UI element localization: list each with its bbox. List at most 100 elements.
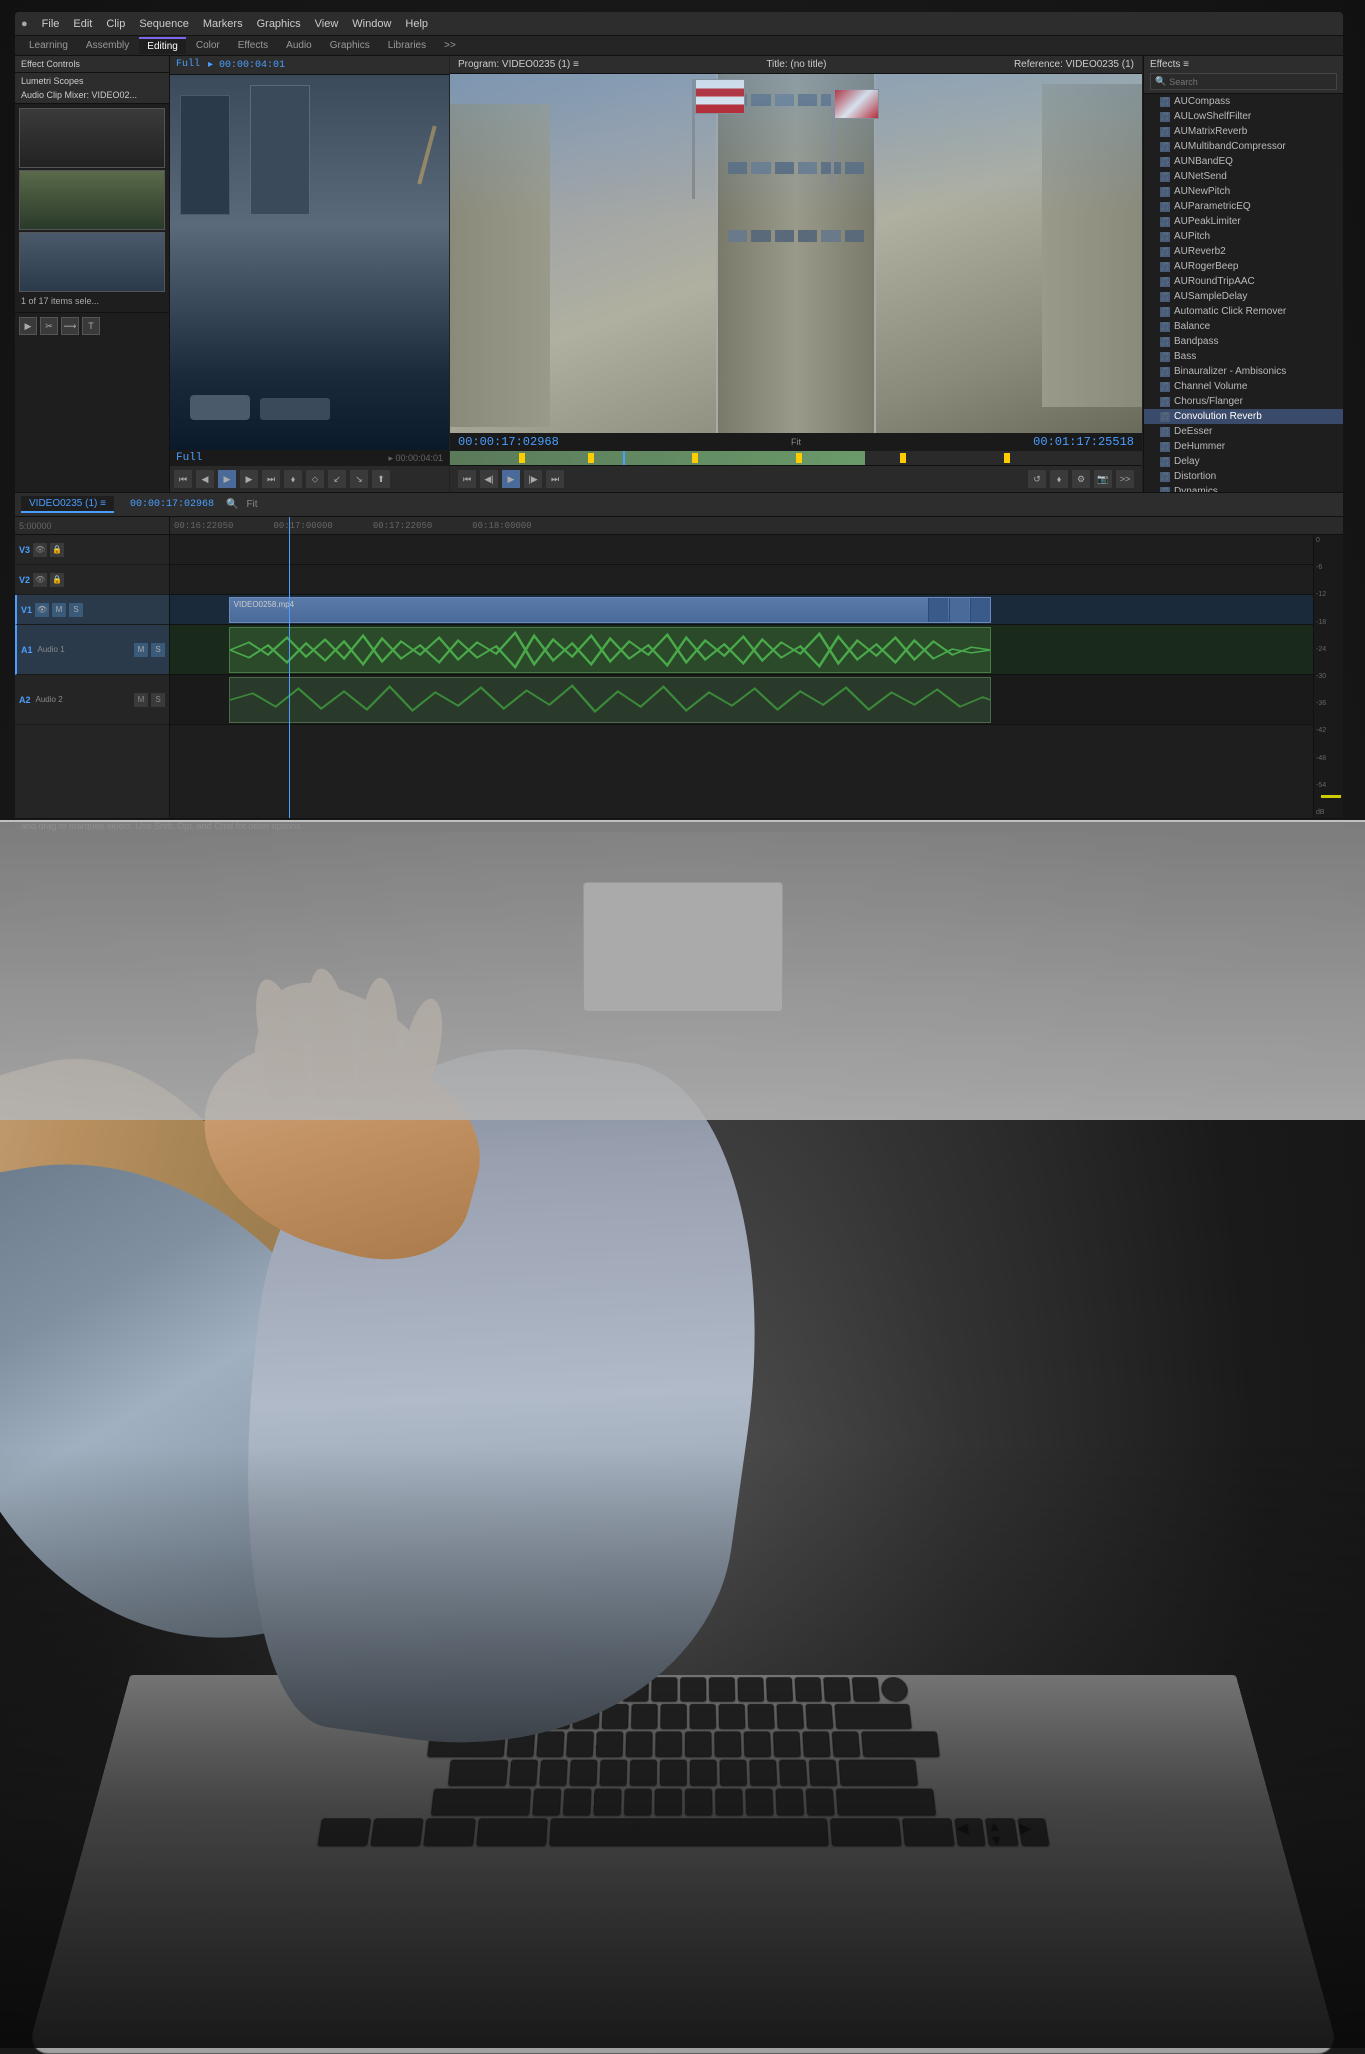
ctrl-rewind[interactable]: ⏮ [174,470,192,488]
program-scrubber[interactable] [450,451,1142,465]
key-l[interactable] [749,1760,777,1786]
timeline-timecode[interactable]: 00:00:17:02968 [130,499,214,510]
effect-item-bass[interactable]: 🎵 Bass [1144,349,1343,364]
key-right[interactable]: ▶ [1016,1818,1048,1846]
program-label[interactable]: Program: VIDEO0235 (1) ≡ [458,59,579,70]
key-comma[interactable] [744,1789,772,1816]
key-option-right[interactable] [901,1818,954,1846]
effect-item-aumatrix[interactable]: 🎵 AUMatrixReverb [1144,124,1343,139]
menu-sequence[interactable]: Sequence [139,18,189,30]
effects-search-input[interactable] [1169,77,1289,87]
audio-mixer-tab[interactable]: Audio Clip Mixer: VIDEO02... [21,90,137,100]
effect-item-aumulti[interactable]: 🎵 AUMultibandCompressor [1144,139,1343,154]
key-lshift[interactable] [430,1789,530,1816]
timeline-zoom[interactable]: 🔍 [226,499,238,510]
effect-item-dynamics[interactable]: 🎵 Dynamics [1144,484,1343,492]
key-period[interactable] [774,1789,803,1816]
key-backslash[interactable] [860,1731,939,1757]
timecode-ruler[interactable]: 00:16:22050 00:17:00000 00:17:22050 00:1… [170,517,1343,535]
tab-libraries[interactable]: Libraries [380,38,434,53]
ctrl-mark-out[interactable]: ⬦ [306,470,324,488]
effect-item-aucompass[interactable]: 🎵 AUCompass [1144,94,1343,109]
key-f11[interactable] [822,1677,850,1701]
effect-item-chorus[interactable]: 🎵 Chorus/Flanger [1144,394,1343,409]
effect-item-autoclick[interactable]: 🎵 Automatic Click Remover [1144,304,1343,319]
key-u[interactable] [684,1731,711,1757]
track-a1-solo[interactable]: S [151,643,165,657]
tab-editing[interactable]: Editing [139,37,186,54]
key-f10[interactable] [794,1677,821,1701]
key-g[interactable] [629,1760,657,1786]
timeline-fit[interactable]: Fit [246,499,257,510]
key-esc[interactable] [457,1677,533,1701]
tl-tab-sequence[interactable]: VIDEO0235 (1) ≡ [21,496,114,513]
key-f2[interactable] [563,1677,590,1701]
lumetri-tab[interactable]: Lumetri Scopes [21,76,84,86]
effect-controls-tab[interactable]: Effect Controls [21,59,80,69]
effect-item-aurogerbeep[interactable]: 🎵 AURogerBeep [1144,259,1343,274]
key-f[interactable] [599,1760,627,1786]
key-c[interactable] [592,1789,620,1816]
key-q[interactable] [506,1731,535,1757]
key-delete[interactable] [833,1704,910,1729]
key-equals[interactable] [804,1704,832,1729]
ctrl-step-fwd[interactable]: ▶ [240,470,258,488]
effect-item-aureverb[interactable]: 🎵 AUReverb2 [1144,244,1343,259]
video-clip-main[interactable]: VIDEO0258.mp4 [229,597,991,623]
key-updown[interactable]: ▲ ▼ [984,1818,1018,1846]
effect-item-aulowshelf[interactable]: 🎵 AULowShelfFilter [1144,109,1343,124]
effect-item-aunewpitch[interactable]: 🎵 AUNewPitch [1144,184,1343,199]
effect-item-aunetsend[interactable]: 🎵 AUNetSend [1144,169,1343,184]
key-f3[interactable] [592,1677,619,1701]
prog-ctrl-play[interactable]: ▶ [502,470,520,488]
track-a2-content[interactable] [170,675,1343,725]
key-t[interactable] [625,1731,652,1757]
key-d[interactable] [569,1760,597,1786]
prog-ctrl-step-fwd[interactable]: |▶ [524,470,542,488]
key-option[interactable] [422,1818,475,1846]
program-fit-label[interactable]: Fit [791,437,801,447]
track-v2-lock[interactable]: 🔒 [50,573,64,587]
track-v1-sync[interactable]: S [69,603,83,617]
key-fn[interactable] [316,1818,370,1846]
key-f5[interactable] [650,1677,676,1701]
prog-ctrl-step-back[interactable]: ◀| [480,470,498,488]
audio-clip-1[interactable] [229,627,991,673]
key-f12[interactable] [851,1677,879,1701]
prog-ctrl-end[interactable]: ⏭ [546,470,564,488]
key-n[interactable] [684,1789,712,1816]
key-cmd-left[interactable] [475,1818,547,1846]
effect-item-convolution[interactable]: 🎵 Convolution Reverb [1144,409,1343,424]
tool-text[interactable]: T [82,317,100,335]
key-o[interactable] [743,1731,771,1757]
track-v3-toggle[interactable]: 👁 [33,543,47,557]
menu-edit[interactable]: Edit [73,18,92,30]
key-e[interactable] [565,1731,593,1757]
ctrl-end[interactable]: ⏭ [262,470,280,488]
key-f8[interactable] [736,1677,763,1701]
effect-item-bandpass[interactable]: 🎵 Bandpass [1144,334,1343,349]
menu-view[interactable]: View [315,18,339,30]
effect-item-ausample[interactable]: 🎵 AUSampleDelay [1144,289,1343,304]
menu-premiere[interactable]: ● [21,18,28,30]
key-left[interactable]: ◀ [953,1818,984,1846]
track-v1-toggle[interactable]: 👁 [35,603,49,617]
tab-assembly[interactable]: Assembly [78,38,137,53]
effect-item-balance[interactable]: 🎵 Balance [1144,319,1343,334]
key-h[interactable] [659,1760,686,1786]
effect-item-channel-volume[interactable]: 🎵 Channel Volume [1144,379,1343,394]
tab-graphics[interactable]: Graphics [322,38,378,53]
key-f9[interactable] [765,1677,792,1701]
effect-item-auparametric[interactable]: 🎵 AUParametricEQ [1144,199,1343,214]
thumbnail-1[interactable] [19,108,165,168]
key-r[interactable] [595,1731,623,1757]
menu-file[interactable]: File [42,18,60,30]
prog-ctrl-markers[interactable]: ⬧ [1050,470,1068,488]
key-lbracket[interactable] [801,1731,829,1757]
tab-effects[interactable]: Effects [230,38,276,53]
key-semicolon[interactable] [778,1760,806,1786]
ctrl-step-back[interactable]: ◀ [196,470,214,488]
audio-clip-2[interactable] [229,677,991,723]
key-4[interactable] [571,1704,598,1729]
key-x[interactable] [562,1789,591,1816]
